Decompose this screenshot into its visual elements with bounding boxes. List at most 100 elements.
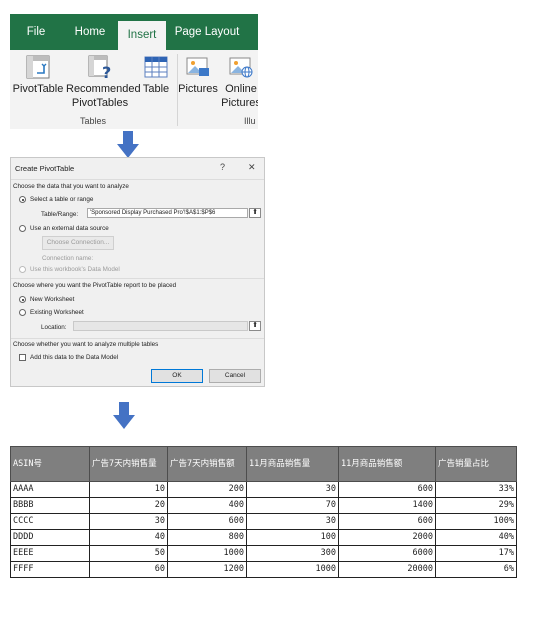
cell-asin: DDDD: [10, 529, 90, 546]
cell: 30: [246, 513, 339, 530]
table-row: CCCC 30 600 30 600 100%: [10, 513, 517, 530]
table-row: BBBB 20 400 70 1400 29%: [10, 497, 517, 514]
recommended-pivottables-icon: ?: [87, 54, 113, 82]
cell: 1000: [246, 561, 339, 578]
pivottable-icon: [25, 54, 51, 80]
section-placement-header: Choose where you want the PivotTable rep…: [13, 282, 177, 289]
collapse-dialog-icon[interactable]: ⬆: [249, 321, 261, 331]
table-row: DDDD 40 800 100 2000 40%: [10, 529, 517, 546]
col-header-nov-sales: 11月商品销售额: [338, 446, 436, 482]
table-icon: [143, 54, 169, 80]
recommended-label-line2: PivotTables: [71, 97, 129, 109]
close-button[interactable]: ✕: [248, 162, 256, 173]
group-label-illustrations: Illu: [244, 116, 256, 126]
col-header-ad-share: 广告销量占比: [435, 446, 517, 482]
table-range-label: Table/Range:: [41, 211, 79, 218]
new-worksheet-radio[interactable]: [19, 296, 26, 303]
pictures-button[interactable]: Pictures: [178, 50, 218, 96]
add-data-model-checkbox[interactable]: [19, 354, 26, 361]
select-table-label: Select a table or range: [30, 196, 94, 203]
section-multiple-tables-header: Choose whether you want to analyze multi…: [13, 341, 159, 348]
external-source-radio[interactable]: [19, 225, 26, 232]
connection-name-label: Connection name:: [42, 255, 94, 262]
location-label: Location:: [41, 324, 67, 331]
existing-worksheet-radio[interactable]: [19, 309, 26, 316]
cell: 20: [89, 497, 168, 514]
pictures-label: Pictures: [178, 83, 218, 95]
cell: 2000: [338, 529, 436, 546]
location-input[interactable]: [73, 321, 248, 331]
table-label: Table: [142, 83, 170, 95]
cell: 6000: [338, 545, 436, 562]
col-header-ad-sales: 广告7天内销售额: [167, 446, 247, 482]
cell: 100: [246, 529, 339, 546]
collapse-dialog-icon[interactable]: ⬆: [249, 208, 261, 218]
col-header-ad-units: 广告7天内销售量: [89, 446, 168, 482]
select-table-radio[interactable]: [19, 196, 26, 203]
table-row: FFFF 60 1200 1000 20000 6%: [10, 561, 517, 578]
cell: 60: [89, 561, 168, 578]
table-header-row: ASIN号 广告7天内销售量 广告7天内销售额 11月商品销售量 11月商品销售…: [10, 446, 517, 482]
section-data-header: Choose the data that you want to analyze: [13, 183, 129, 190]
divider: [11, 179, 264, 180]
data-model-label: Use this workbook's Data Model: [30, 266, 120, 273]
pivottable-button[interactable]: PivotTable: [10, 50, 66, 96]
online-pictures-icon: [228, 54, 254, 80]
external-source-label: Use an external data source: [30, 225, 109, 232]
svg-text:?: ?: [102, 63, 111, 80]
col-header-asin: ASIN号: [10, 446, 90, 482]
tab-home[interactable]: Home: [68, 14, 112, 50]
col-header-nov-units: 11月商品销售量: [246, 446, 339, 482]
add-data-model-label: Add this data to the Data Model: [30, 354, 119, 361]
dialog-title: Create PivotTable: [15, 164, 75, 173]
cell: 20000: [338, 561, 436, 578]
cell: 200: [167, 481, 247, 498]
sales-table: ASIN号 广告7天内销售量 广告7天内销售额 11月商品销售量 11月商品销售…: [10, 446, 517, 578]
cell: 70: [246, 497, 339, 514]
cell: 33%: [435, 481, 517, 498]
table-range-input[interactable]: 'Sponsored Display Purchased Pro'!$A$1:$…: [87, 208, 248, 218]
ok-button[interactable]: OK: [151, 369, 203, 383]
tab-file[interactable]: File: [16, 14, 56, 50]
cell: 100%: [435, 513, 517, 530]
online-pictures-button[interactable]: Online Pictures: [218, 50, 258, 110]
divider: [11, 278, 264, 279]
table-row: EEEE 50 1000 300 6000 17%: [10, 545, 517, 562]
cell: 300: [246, 545, 339, 562]
new-worksheet-label: New Worksheet: [30, 296, 75, 303]
online-pictures-line2: Pictures: [221, 97, 258, 109]
pictures-icon: [185, 54, 211, 80]
create-pivottable-dialog: Create PivotTable ? ✕ Choose the data th…: [10, 157, 265, 387]
data-model-radio[interactable]: [19, 266, 26, 273]
divider: [11, 338, 264, 339]
down-arrow-icon: [117, 131, 139, 158]
choose-connection-button[interactable]: Choose Connection...: [42, 236, 114, 250]
cell: 1200: [167, 561, 247, 578]
cancel-button[interactable]: Cancel: [209, 369, 261, 383]
cell: 6%: [435, 561, 517, 578]
cell: 40: [89, 529, 168, 546]
recommended-pivottables-button[interactable]: ? Recommended PivotTables: [66, 50, 141, 110]
tab-page-layout[interactable]: Page Layout: [172, 14, 242, 50]
cell: 10: [89, 481, 168, 498]
cell: 40%: [435, 529, 517, 546]
cell: 800: [167, 529, 247, 546]
cell: 400: [167, 497, 247, 514]
cell: 600: [338, 481, 436, 498]
pivottable-label: PivotTable: [12, 83, 64, 95]
cell: 50: [89, 545, 168, 562]
existing-worksheet-label: Existing Worksheet: [30, 309, 84, 316]
help-button[interactable]: ?: [220, 162, 225, 172]
tab-insert[interactable]: Insert: [118, 21, 166, 50]
table-button[interactable]: Table: [138, 50, 174, 96]
cell: 29%: [435, 497, 517, 514]
group-label-tables: Tables: [80, 116, 107, 126]
table-row: AAAA 10 200 30 600 33%: [10, 481, 517, 498]
cell-asin: AAAA: [10, 481, 90, 498]
down-arrow-icon: [113, 402, 135, 429]
online-pictures-line1: Online: [225, 83, 257, 95]
recommended-label-line1: Recommended: [66, 83, 141, 95]
cell-asin: CCCC: [10, 513, 90, 530]
cell: 1400: [338, 497, 436, 514]
cell: 1000: [167, 545, 247, 562]
